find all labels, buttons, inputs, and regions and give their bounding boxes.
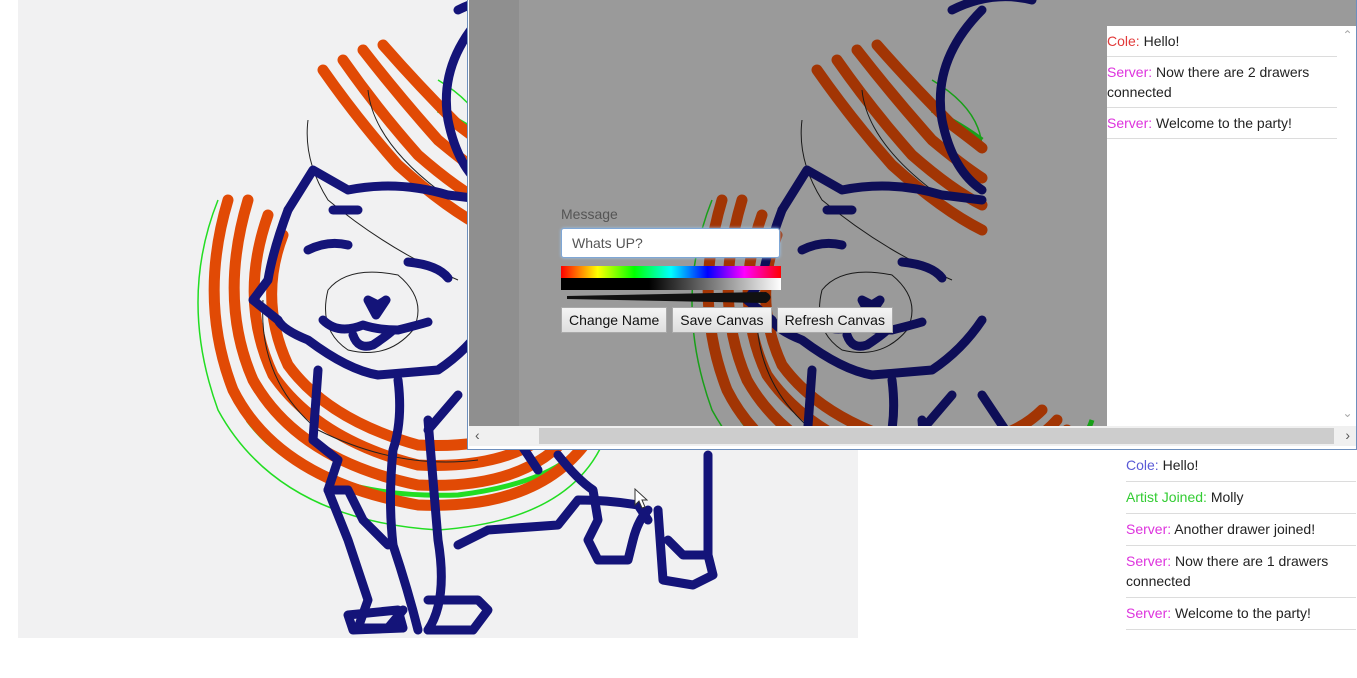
chat-text: Another drawer joined! xyxy=(1174,521,1316,537)
chat-sender: Server: xyxy=(1126,605,1172,621)
chat-message: Server: Welcome to the party! xyxy=(1107,108,1337,139)
chat-sender: Artist Joined: xyxy=(1126,489,1207,505)
chat-message: Server: Welcome to the party! xyxy=(1126,598,1356,630)
window-chat-log: Cole: Hello! Server: Now there are 2 dra… xyxy=(1107,26,1337,426)
chat-message: Server: Another drawer joined! xyxy=(1126,514,1356,546)
horizontal-scrollbar[interactable]: ‹ › xyxy=(469,426,1356,446)
chat-message: Server: Now there are 2 drawers connecte… xyxy=(1107,57,1337,108)
chat-sender: Server: xyxy=(1107,115,1153,131)
brush-size-slider[interactable] xyxy=(561,291,781,305)
message-label: Message xyxy=(561,206,618,222)
shade-color-picker[interactable] xyxy=(561,278,781,290)
chat-text: Welcome to the party! xyxy=(1156,115,1292,131)
window-canvas-top xyxy=(1107,0,1356,26)
chat-sender: Cole: xyxy=(1126,457,1159,473)
chat-message: Artist Joined: Molly xyxy=(1126,482,1356,514)
chat-sender: Server: xyxy=(1126,521,1172,537)
scrollbar-thumb[interactable] xyxy=(539,428,1334,444)
chat-message: Cole: Hello! xyxy=(1107,26,1337,57)
chat-text: Welcome to the party! xyxy=(1175,605,1311,621)
chat-message: Server: Now there are 1 drawers connecte… xyxy=(1126,546,1356,598)
chevron-right-icon[interactable]: › xyxy=(1345,427,1350,443)
background-chat-log: Cole: Hello! Artist Joined: Molly Server… xyxy=(1126,450,1356,630)
chevron-up-icon[interactable]: ⌃ xyxy=(1338,28,1356,42)
chat-text: Molly xyxy=(1210,489,1244,505)
window-left-margin xyxy=(469,0,519,426)
message-input[interactable] xyxy=(561,228,780,258)
chevron-left-icon[interactable]: ‹ xyxy=(475,427,480,443)
hue-color-picker[interactable] xyxy=(561,266,781,278)
chat-message: Cole: Hello! xyxy=(1126,450,1356,482)
chat-sender: Server: xyxy=(1126,553,1172,569)
chat-text: Hello! xyxy=(1162,457,1199,473)
change-name-button[interactable]: Change Name xyxy=(561,307,668,333)
chevron-down-icon[interactable]: ⌄ xyxy=(1338,406,1356,420)
refresh-canvas-button[interactable]: Refresh Canvas xyxy=(776,307,893,333)
mouse-pointer-icon xyxy=(634,488,648,509)
save-canvas-button[interactable]: Save Canvas xyxy=(672,307,772,333)
chat-text: Hello! xyxy=(1143,33,1180,49)
vertical-scrollbar[interactable]: ⌃ ⌄ xyxy=(1338,26,1356,426)
chat-sender: Cole: xyxy=(1107,33,1140,49)
drawing-controls: Message Change Name Save Canvas Refresh … xyxy=(561,206,893,333)
chat-sender: Server: xyxy=(1107,64,1153,80)
